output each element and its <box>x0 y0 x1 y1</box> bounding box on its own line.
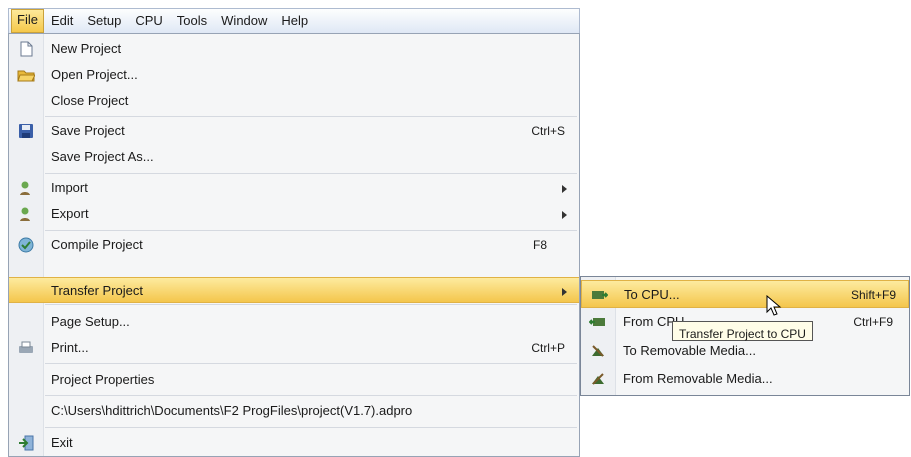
menu-item-label: Transfer Project <box>51 283 143 298</box>
submenu-item-label: To CPU... <box>624 287 680 302</box>
menu-item-print[interactable]: Print... Ctrl+P <box>9 335 579 361</box>
shortcut-label: Ctrl+S <box>531 124 565 138</box>
mouse-cursor-icon <box>766 294 782 317</box>
import-icon <box>17 179 35 197</box>
menu-item-label: Exit <box>51 435 73 450</box>
menu-tools[interactable]: Tools <box>170 10 214 32</box>
menu-item-label: Open Project... <box>51 67 138 82</box>
menu-edit[interactable]: Edit <box>44 10 80 32</box>
exit-icon <box>17 434 35 452</box>
menu-item-label: Compile Project <box>51 237 143 252</box>
menu-bar: File Edit Setup CPU Tools Window Help <box>8 8 580 34</box>
menu-item-import[interactable]: Import <box>9 175 579 201</box>
printer-icon <box>17 339 35 357</box>
menu-item-save-project-as[interactable]: Save Project As... <box>9 144 579 170</box>
menu-file[interactable]: File <box>11 9 44 33</box>
to-cpu-icon <box>590 286 609 304</box>
menu-item-close-project[interactable]: Close Project <box>9 88 579 114</box>
export-icon <box>17 205 35 223</box>
to-media-icon <box>589 342 607 360</box>
menu-separator <box>45 395 577 396</box>
shortcut-label: Shift+F9 <box>850 288 896 302</box>
menu-item-recent-file[interactable]: C:\Users\hdittrich\Documents\F2 ProgFile… <box>9 398 579 424</box>
submenu-item-to-cpu[interactable]: To CPU... Shift+F9 <box>581 280 909 308</box>
menu-help[interactable]: Help <box>274 10 315 32</box>
submenu-item-from-removable-media[interactable]: From Removable Media... <box>581 365 909 393</box>
menu-item-compile-project[interactable]: Compile Project F8 <box>9 232 579 258</box>
menu-cpu[interactable]: CPU <box>128 10 169 32</box>
menu-separator <box>45 116 577 117</box>
menu-separator <box>45 427 577 428</box>
menu-item-exit[interactable]: Exit <box>9 430 579 456</box>
menu-item-label: Project Properties <box>51 372 155 387</box>
menu-item-page-setup[interactable]: Page Setup... <box>9 309 579 335</box>
submenu-arrow-icon <box>562 211 567 219</box>
from-media-icon <box>589 370 607 388</box>
tooltip: Transfer Project to CPU <box>672 321 813 341</box>
menu-separator <box>45 173 577 174</box>
file-menu-dropdown: New Project Open Project... Close Projec… <box>8 33 580 457</box>
shortcut-label: F8 <box>532 238 547 252</box>
menu-item-label: New Project <box>51 41 122 56</box>
menu-setup[interactable]: Setup <box>80 10 128 32</box>
compile-icon <box>17 236 35 254</box>
menu-item-label: Close Project <box>51 93 129 108</box>
save-disk-icon <box>17 122 35 140</box>
menu-item-save-project[interactable]: Save Project Ctrl+S <box>9 118 579 144</box>
menu-item-label: Page Setup... <box>51 314 130 329</box>
menu-item-label: Export <box>51 206 89 221</box>
shortcut-label: Ctrl+P <box>531 341 565 355</box>
submenu-arrow-icon <box>562 185 567 193</box>
menu-item-label: Print... <box>51 340 89 355</box>
menu-separator <box>45 230 577 231</box>
menu-item-new-project[interactable]: New Project <box>9 36 579 62</box>
menu-window[interactable]: Window <box>214 10 274 32</box>
menu-item-label: C:\Users\hdittrich\Documents\F2 ProgFile… <box>51 403 413 418</box>
submenu-item-label: From Removable Media... <box>623 371 773 386</box>
menu-item-transfer-project[interactable]: Transfer Project <box>9 277 579 303</box>
menu-item-label: Import <box>51 180 88 195</box>
menu-separator <box>45 363 577 364</box>
menu-item-project-properties[interactable]: Project Properties <box>9 367 579 393</box>
menu-item-label: Save Project As... <box>51 149 154 164</box>
shortcut-label: Ctrl+F9 <box>853 315 893 329</box>
submenu-arrow-icon <box>562 288 567 296</box>
from-cpu-icon <box>588 313 607 331</box>
menu-item-open-project[interactable]: Open Project... <box>9 62 579 88</box>
open-folder-icon <box>17 66 36 84</box>
menu-item-export[interactable]: Export <box>9 201 579 227</box>
menu-separator <box>45 304 577 305</box>
new-document-icon <box>17 40 35 58</box>
menu-item-label: Save Project <box>51 123 125 138</box>
